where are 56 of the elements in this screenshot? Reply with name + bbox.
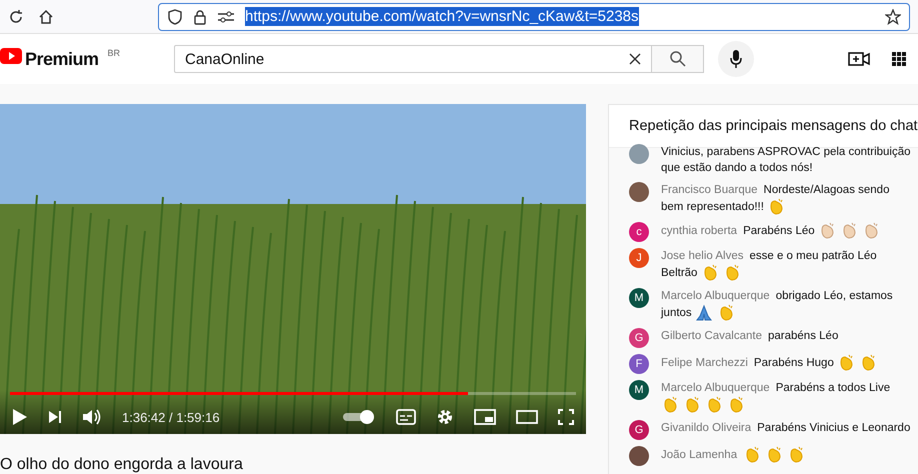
chat-message: Marcelo Albuquerque obrigado Léo, estamos juntos <box>661 288 914 322</box>
next-icon[interactable] <box>48 410 62 424</box>
avatar-circle: F <box>629 354 649 374</box>
avatar-circle: G <box>629 420 649 440</box>
star-icon[interactable] <box>885 8 901 24</box>
avatar-circle: M <box>629 380 649 400</box>
close-icon[interactable] <box>629 53 641 65</box>
chat-message: Gilberto Cavalcante parabéns Léo <box>661 329 840 344</box>
toggle-switch-icon[interactable] <box>342 409 376 425</box>
chat-message: Felipe Marchezzi Parabéns Hugo <box>661 354 914 374</box>
lock-icon[interactable] <box>193 8 207 24</box>
settings-icon[interactable] <box>436 408 454 426</box>
apps-grid-icon[interactable] <box>892 52 906 66</box>
avatar-circle: J <box>629 248 649 268</box>
avatar-circle: c <box>629 222 649 242</box>
search-icon <box>668 50 686 68</box>
shield-icon <box>167 8 183 24</box>
microphone-icon <box>730 50 742 68</box>
reload-icon[interactable] <box>8 8 24 24</box>
address-bar[interactable]: https://www.youtube.com/watch?v=wnsrNc_cKaw&t=5238s <box>158 2 910 30</box>
region-label: BR <box>108 48 120 58</box>
sliders-icon[interactable] <box>217 8 235 24</box>
chat-message: Francisco Buarque Nordeste/Alagoas sendo bem representado!!! <box>661 182 914 216</box>
author-name[interactable]: Marcelo Albuquerque <box>661 382 770 394</box>
time-display: 1:36:42 / 1:59:16 <box>122 410 220 424</box>
video-title: O olho do dono engorda a lavoura <box>0 456 244 474</box>
author-name[interactable]: Felipe Marchezzi <box>661 357 748 370</box>
author-name[interactable]: Francisco Buarque <box>661 184 758 196</box>
play-icon[interactable] <box>12 408 28 426</box>
chat-message: cynthia roberta Parabéns Léo <box>661 222 914 242</box>
author-name[interactable]: cynthia roberta <box>661 225 738 238</box>
avatar-circle: M <box>629 288 649 308</box>
miniplayer-icon[interactable] <box>474 409 496 425</box>
home-icon[interactable] <box>38 8 54 24</box>
author-name[interactable]: Jose helio Alves <box>661 250 744 262</box>
avatar-circle: G <box>629 328 649 348</box>
search-button[interactable] <box>652 45 704 73</box>
fullscreen-icon[interactable] <box>558 409 574 425</box>
progress-track[interactable] <box>10 392 576 395</box>
url-text: https://www.youtube.com/watch?v=wnsrNc_cKaw&t=5238s <box>245 7 639 26</box>
search-field[interactable]: CanaOnline <box>174 45 652 73</box>
volume-icon[interactable] <box>82 408 102 426</box>
author-name[interactable]: Givanildo Oliveira <box>661 422 752 434</box>
subtitles-icon[interactable] <box>396 409 416 425</box>
author-name[interactable]: João Lamenha <box>661 449 738 462</box>
microphone-button[interactable] <box>718 41 754 77</box>
chat-message: Givanildo Oliveira Parabéns Vinicius e Leonardo <box>661 421 912 436</box>
theater-mode-icon[interactable] <box>516 410 538 424</box>
chat-message: Marcelo Albuquerque Parabéns a todos Live <box>661 380 914 414</box>
chat-message: Jose helio Alves esse e o meu patrão Léo Beltrão <box>661 248 914 282</box>
logo-text[interactable]: Premium <box>25 48 99 70</box>
play-logo-icon[interactable] <box>0 48 22 64</box>
create-video-icon[interactable] <box>848 51 870 67</box>
author-name[interactable]: Gilberto Cavalcante <box>661 330 762 342</box>
author-name[interactable]: Marcelo Albuquerque <box>661 290 770 302</box>
chat-message: Vinicius, parabens ASPROVAC pela contribuição que estão dando a todos nós! <box>661 145 912 176</box>
